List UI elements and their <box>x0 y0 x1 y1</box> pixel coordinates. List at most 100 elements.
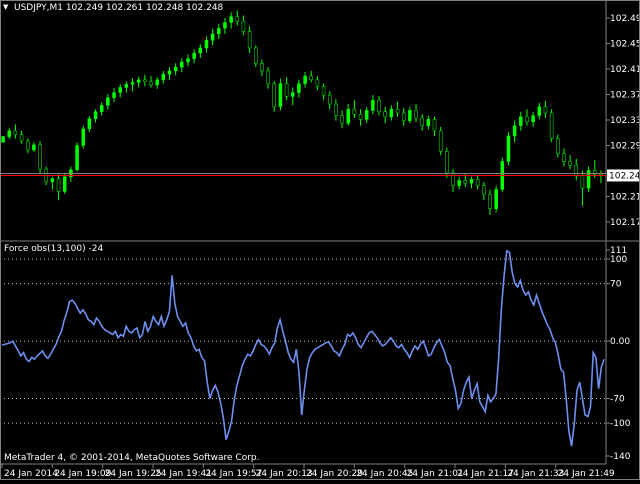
price-bar-body <box>7 130 11 137</box>
price-bar-body <box>519 116 523 126</box>
price-bar-body <box>284 83 289 97</box>
price-bar-body <box>543 106 548 114</box>
price-bar-body <box>173 66 178 72</box>
price-bar-body <box>62 176 67 192</box>
price-bar-body <box>241 20 246 32</box>
price-bar-body <box>426 119 431 126</box>
price-bar-body <box>562 153 566 162</box>
price-bar-body <box>247 31 252 49</box>
price-bar-body <box>291 92 295 97</box>
price-bar-body <box>254 47 258 64</box>
price-bar-body <box>149 81 153 86</box>
price-bar-body <box>235 16 240 22</box>
price-bar-body <box>186 58 190 63</box>
price-bar-body <box>75 145 79 170</box>
price-bar-body <box>537 106 542 116</box>
price-bar-body <box>383 111 387 118</box>
price-bar-body <box>192 52 196 60</box>
price-bar-body <box>451 172 455 186</box>
price-bar-body <box>155 79 159 86</box>
price-bar-body <box>38 144 42 170</box>
price-bar-body <box>32 144 36 151</box>
price-bar-body <box>198 47 203 54</box>
price-bar-body <box>217 27 221 35</box>
price-bar-body <box>371 99 375 111</box>
price-bars <box>1 10 603 215</box>
indicator-label-2: 70 <box>610 280 622 290</box>
price-bar-body <box>13 130 18 135</box>
price-bar-body <box>408 110 412 121</box>
price-bar-body <box>377 99 381 112</box>
price-bar-body <box>549 112 554 139</box>
price-bar-body <box>488 194 492 209</box>
price-bar-body <box>315 79 320 87</box>
price-bar-body <box>568 161 572 166</box>
price-bar-body <box>130 82 135 85</box>
indicator-title: Force obs(13,100) -24 <box>4 244 104 254</box>
price-bar-body <box>457 180 461 186</box>
price-bar-body <box>272 83 277 107</box>
price-bar-body <box>19 134 24 142</box>
price-bar-body <box>389 108 394 118</box>
price-bar-body <box>167 70 172 75</box>
time-label-10: 24 Jan 21:33 <box>507 469 564 479</box>
price-bar-body <box>229 16 233 23</box>
price-bar-body <box>106 97 110 106</box>
price-bar-body <box>340 115 344 124</box>
price-bar-body <box>395 108 400 114</box>
price-bar-body <box>87 118 92 130</box>
time-label-0: 24 Jan 2014 <box>4 469 58 479</box>
price-bar-body <box>278 83 283 107</box>
price-bar-body <box>180 61 184 68</box>
price-bar-body <box>112 92 116 98</box>
price-bar-body <box>321 85 326 96</box>
chart-menu-arrow-icon[interactable]: ▼ <box>3 3 8 11</box>
price-label-6: 102.215 <box>610 193 640 203</box>
time-label-3: 24 Jan 19:41 <box>155 469 212 479</box>
time-label-11: 24 Jan 21:49 <box>558 469 615 479</box>
price-label-7: 102.175 <box>610 218 640 228</box>
price-bar-body <box>494 189 498 209</box>
price-bar-body <box>463 180 468 184</box>
indicator-label-5: -100 <box>610 419 631 429</box>
price-bar-body <box>364 110 369 120</box>
price-bar-body <box>358 114 363 120</box>
price-bar-body <box>303 75 307 84</box>
time-label-2: 24 Jan 19:25 <box>105 469 162 479</box>
current-price-label: 102.248 <box>609 171 640 181</box>
price-bar-body <box>25 140 30 151</box>
price-bar-body <box>438 130 443 152</box>
price-bar-body <box>297 83 301 93</box>
indicator-pane: 111100700.00-70-100-140 <box>0 246 631 462</box>
price-bar-body <box>309 75 313 81</box>
price-bar-body <box>81 128 85 146</box>
price-label-3: 102.375 <box>610 91 640 101</box>
chart-canvas[interactable]: 111100700.00-70-100-140 102.495102.45510… <box>0 0 640 480</box>
price-bar-body <box>445 150 449 174</box>
price-bar-body <box>118 87 122 93</box>
price-bar-body <box>143 79 147 83</box>
indicator-label-6: -140 <box>610 452 631 462</box>
price-bar-body <box>99 105 104 112</box>
symbol-info: USDJPY,M1 102.249 102.261 102.248 102.24… <box>14 3 224 13</box>
price-bar-body <box>580 175 585 189</box>
price-bar-body <box>204 40 209 49</box>
price-bar-body <box>136 79 141 83</box>
price-bar-body <box>260 63 264 72</box>
chart-window[interactable]: 111100700.00-70-100-140 102.495102.45510… <box>0 0 640 480</box>
price-bar-body <box>420 117 424 126</box>
time-label-9: 24 Jan 21:17 <box>457 469 514 479</box>
copyright-text: MetaTrader 4, © 2001-2014, MetaQuotes So… <box>4 453 260 463</box>
price-bar-body <box>93 111 98 119</box>
price-label-4: 102.335 <box>610 116 640 126</box>
price-bar-body <box>432 119 437 132</box>
price-bar-body <box>124 84 129 88</box>
price-label-0: 102.495 <box>610 14 640 24</box>
indicator-label-1: 100 <box>610 255 627 265</box>
price-bar-body <box>506 135 511 162</box>
price-bar-body <box>334 103 338 116</box>
time-label-1: 24 Jan 19:09 <box>54 469 111 479</box>
price-label-5: 102.295 <box>610 142 640 152</box>
price-bar-body <box>469 179 474 184</box>
price-bar-body <box>556 138 560 155</box>
